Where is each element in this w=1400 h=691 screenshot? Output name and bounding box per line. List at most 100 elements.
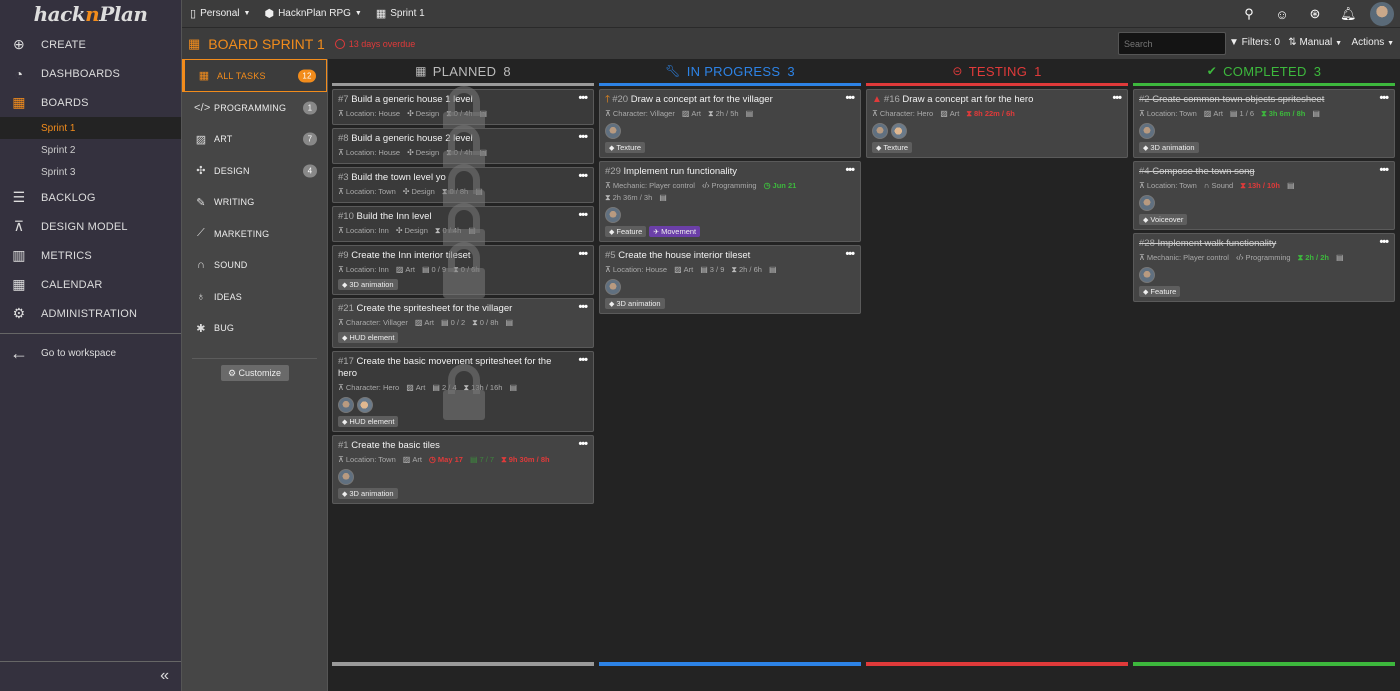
task-card[interactable]: #28 Implement walk functionality ••• ⊼ Mech… xyxy=(1133,233,1395,302)
meta-doc: ▤ xyxy=(480,108,490,120)
sidebar-sprint-1[interactable]: Sprint 1 xyxy=(0,117,181,139)
more-options-icon[interactable]: ••• xyxy=(578,354,588,366)
sidebar-sprint-3[interactable]: Sprint 3 xyxy=(0,161,181,183)
lifebuoy-icon[interactable]: ⊛ xyxy=(1307,6,1323,22)
smiley-icon[interactable]: ☺ xyxy=(1274,7,1290,22)
meta-value: 0 / 2 xyxy=(450,318,466,327)
avatar[interactable] xyxy=(1139,267,1155,283)
sidebar-item-backlog[interactable]: ☰ BACKLOG xyxy=(0,183,181,212)
more-options-icon[interactable]: ••• xyxy=(578,438,588,450)
bell-icon[interactable]: 🔔︎ xyxy=(1340,6,1357,22)
task-card[interactable]: #7 Build a generic house 1 level ••• ⊼ Loca… xyxy=(332,86,594,142)
avatar[interactable] xyxy=(891,123,907,139)
assignees xyxy=(338,469,588,485)
avatar[interactable] xyxy=(872,123,888,139)
task-card[interactable]: #9 Create the Inn interior tileset ••• ⊼ Lo… xyxy=(332,242,594,298)
sitemap-icon: ⊼ xyxy=(13,218,25,234)
avatar[interactable] xyxy=(1139,123,1155,139)
more-options-icon[interactable]: ••• xyxy=(578,92,588,104)
category-writing[interactable]: ✎ WRITING xyxy=(182,187,327,219)
more-options-icon[interactable]: ••• xyxy=(845,92,855,104)
category-bug[interactable]: ✱ BUG xyxy=(182,313,327,345)
task-card[interactable]: #29 Implement run functionality ••• ⊼ Mecha… xyxy=(599,161,861,242)
more-options-icon[interactable]: ••• xyxy=(578,170,588,182)
search-input[interactable] xyxy=(1118,32,1226,55)
avatar[interactable] xyxy=(1139,195,1155,211)
task-card[interactable]: #17 Create the basic movement spriteshee… xyxy=(332,351,594,432)
card-title-text: Draw a concept art for the hero xyxy=(902,94,1034,105)
search-icon[interactable]: ⚲ xyxy=(1241,6,1257,22)
avatar[interactable] xyxy=(338,469,354,485)
filters-button[interactable]: ▼ Filters: 0 xyxy=(1229,37,1280,48)
meta-checklist: ▤ 0 / 9 xyxy=(422,264,446,276)
sidebar-sprint-2[interactable]: Sprint 2 xyxy=(0,139,181,161)
more-options-icon[interactable]: ••• xyxy=(578,248,588,260)
category-all-tasks[interactable]: ▦ ALL TASKS 12 xyxy=(182,59,327,92)
sort-dropdown[interactable]: ⇅ Manual ▼ xyxy=(1288,37,1342,48)
chevron-down-icon: ▼ xyxy=(1335,40,1342,47)
avatar[interactable] xyxy=(605,279,621,295)
task-card[interactable]: #8 Build a generic house 2 level ••• ⊼ Loca… xyxy=(332,125,594,181)
task-card[interactable]: #5 Create the house interior tileset ••• ⊼… xyxy=(599,245,861,314)
more-options-icon[interactable]: ••• xyxy=(1379,164,1389,176)
meta-clock: ◷ May 17 xyxy=(429,454,463,466)
kanban-board: ▦ PLANNED 8 #7 Build a generic house 1 leve… xyxy=(329,59,1400,691)
sidebar-item-metrics[interactable]: ▥ METRICS xyxy=(0,241,181,270)
task-card[interactable]: #4 Compose the town song ••• ⊼ Location: To… xyxy=(1133,161,1395,230)
sidebar-item-label: METRICS xyxy=(41,249,92,262)
tag-list: ◆ 3D animation xyxy=(338,488,588,499)
category-programming[interactable]: </> PROGRAMMING 1 xyxy=(182,92,327,124)
more-options-icon[interactable]: ••• xyxy=(845,164,855,176)
category-ideas[interactable]: ♁ IDEAS xyxy=(182,281,327,313)
card-title-text: Create common town objects spritesheet xyxy=(1152,94,1325,105)
sidebar-item-calendar[interactable]: ▦ CALENDAR xyxy=(0,270,181,299)
task-card[interactable]: ▲ #16 Draw a concept art for the hero ••• ⊼… xyxy=(866,89,1128,158)
more-options-icon[interactable]: ••• xyxy=(578,131,588,143)
category-marketing[interactable]: ⟋ MARKETING xyxy=(182,218,327,250)
logo[interactable]: hacknPlan xyxy=(0,0,181,30)
more-options-icon[interactable]: ••• xyxy=(578,301,588,313)
card-id: #4 xyxy=(1139,166,1153,177)
card-title-text: Implement walk functionality xyxy=(1157,238,1277,249)
sidebar-item-create[interactable]: ⊕ CREATE xyxy=(0,30,181,59)
breadcrumb-project[interactable]: ⬢ HacknPlan RPG ▼ xyxy=(264,7,361,20)
list-icon: ☰ xyxy=(12,189,26,205)
more-options-icon[interactable]: ••• xyxy=(1112,92,1122,104)
task-card[interactable]: #10 Build the Inn level ••• ⊼ Location: Inn… xyxy=(332,203,594,259)
more-options-icon[interactable]: ••• xyxy=(1379,92,1389,104)
more-options-icon[interactable]: ••• xyxy=(1379,236,1389,248)
hourglass-icon: ⧗ xyxy=(1261,109,1267,118)
sidebar-item-dashboards[interactable]: ◔ DASHBOARDS xyxy=(0,59,181,88)
breadcrumb-workspace[interactable]: ▯ Personal ▼ xyxy=(190,7,250,20)
go-to-workspace-link[interactable]: ← Go to workspace xyxy=(0,338,181,368)
task-card[interactable]: #2 Create common town objects spriteshee… xyxy=(1133,89,1395,158)
image-icon: ▨ xyxy=(674,265,682,274)
avatar[interactable] xyxy=(605,207,621,223)
sidebar-item-administration[interactable]: ⚙ ADMINISTRATION xyxy=(0,299,181,328)
more-options-icon[interactable]: ••• xyxy=(845,248,855,260)
avatar[interactable] xyxy=(605,123,621,139)
actions-dropdown[interactable]: Actions ▼ xyxy=(1351,37,1394,48)
meta-puzzle: ✣ Design xyxy=(407,147,439,159)
avatar[interactable] xyxy=(357,397,373,413)
more-options-icon[interactable]: ••• xyxy=(578,209,588,221)
card-id: #3 xyxy=(338,172,352,183)
meta-doc: ▤ xyxy=(480,147,490,159)
customize-button[interactable]: ⚙ Customize xyxy=(220,365,289,381)
meta-image: ▨ Art xyxy=(1204,108,1223,120)
task-card[interactable]: #1 Create the basic tiles ••• ⊼ Location: T… xyxy=(332,435,594,504)
sitemap-icon: ⊼ xyxy=(338,148,344,157)
category-art[interactable]: ▨ ART 7 xyxy=(182,124,327,156)
task-card[interactable]: #21 Create the spritesheet for the villa… xyxy=(332,298,594,348)
collapse-sidebar-icon[interactable]: « xyxy=(160,667,169,685)
category-design[interactable]: ✣ DESIGN 4 xyxy=(182,155,327,187)
breadcrumb-board[interactable]: ▦ Sprint 1 xyxy=(376,7,425,20)
sidebar-item-boards[interactable]: ▦ BOARDS xyxy=(0,88,181,117)
task-card[interactable]: #3 Build the town level yo ••• ⊼ Location: … xyxy=(332,164,594,220)
user-avatar[interactable] xyxy=(1370,2,1394,26)
meta-sitemap: ⊼ Location: Town xyxy=(338,454,396,466)
task-card[interactable]: 🡑 #20 Draw a concept art for the villager… xyxy=(599,89,861,158)
category-sound[interactable]: ∩ SOUND xyxy=(182,250,327,282)
sidebar-item-design-model[interactable]: ⊼ DESIGN MODEL xyxy=(0,212,181,241)
avatar[interactable] xyxy=(338,397,354,413)
